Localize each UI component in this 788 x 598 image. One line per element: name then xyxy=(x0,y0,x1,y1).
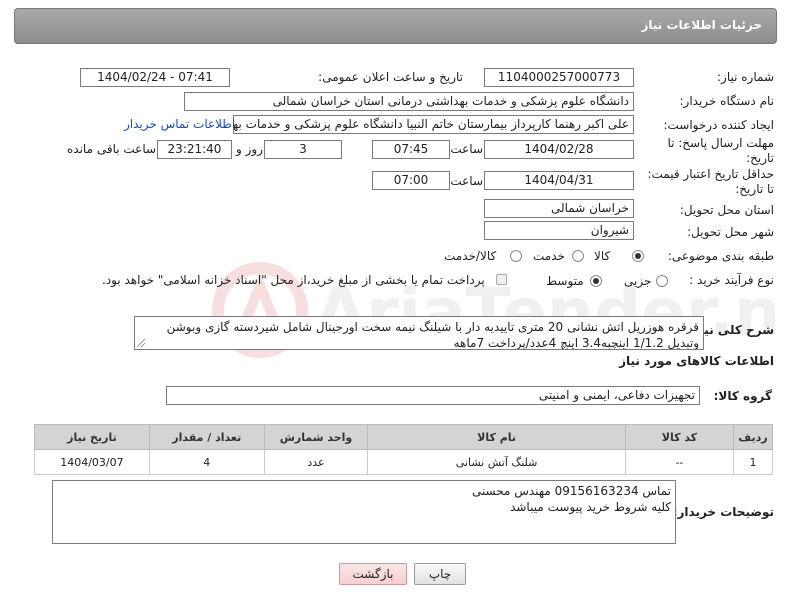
validity-time-label: ساعت xyxy=(450,174,483,188)
description-text: قرقره هوزریل اتش نشانی 20 متری تاییدیه د… xyxy=(166,320,699,350)
treasury-payment-checkbox[interactable] xyxy=(496,274,507,285)
category-radio-service[interactable] xyxy=(572,250,584,262)
print-button[interactable]: چاپ xyxy=(414,563,466,585)
category-option-goods: کالا xyxy=(594,249,611,263)
col-item-name: نام کالا xyxy=(367,424,626,450)
cell-unit: عدد xyxy=(263,449,369,475)
cell-need-date: 1404/03/07 xyxy=(34,449,150,475)
page-title: جزئیات اطلاعات نیاز xyxy=(641,18,762,32)
province-label: استان محل تحویل: xyxy=(679,203,774,217)
buyer-notes-label: توضیحات خریدار: xyxy=(672,505,774,519)
announce-field: 1404/02/24 - 07:41 xyxy=(80,68,230,87)
category-radio-goods-service[interactable] xyxy=(510,250,522,262)
page-header: جزئیات اطلاعات نیاز xyxy=(14,8,777,44)
col-item-code: کد کالا xyxy=(624,424,734,450)
col-need-date: تاریخ نیاز xyxy=(34,424,150,450)
process-option-minor: جزیی xyxy=(624,274,652,288)
description-textarea[interactable]: قرقره هوزریل اتش نشانی 20 متری تاییدیه د… xyxy=(134,316,704,350)
buyer-notes-line-1: تماس 09156163234 مهندس محسنی xyxy=(471,484,671,498)
days-remaining-field: 3 xyxy=(264,140,342,159)
validity-label-date: تا تاریخ: xyxy=(735,182,774,196)
treasury-payment-note: پرداخت تمام یا بخشی از مبلغ خرید،از محل … xyxy=(102,273,485,287)
province-field: خراسان شمالی xyxy=(484,199,634,218)
deadline-label-date: تاریخ: xyxy=(746,151,774,165)
resize-handle-icon[interactable] xyxy=(137,339,145,347)
category-option-service: خدمت xyxy=(533,249,565,263)
deadline-time-field: 07:45 xyxy=(372,140,450,159)
process-radio-minor[interactable] xyxy=(656,275,668,287)
col-quantity: تعداد / مقدار xyxy=(148,424,265,450)
process-radio-medium[interactable] xyxy=(590,275,602,287)
cell-item-code: -- xyxy=(624,449,734,475)
buyer-notes-box: تماس 09156163234 مهندس محسنی کلیه شروط خ… xyxy=(52,480,676,544)
validity-time-field: 07:00 xyxy=(372,171,450,190)
buyer-contact-link[interactable]: اطلاعات تماس خریدار xyxy=(124,117,235,131)
goods-table-header: ردیف کد کالا نام کالا واحد شمارش تعداد /… xyxy=(34,424,774,450)
deadline-time-label: ساعت xyxy=(450,142,483,156)
goods-group-field: تجهیزات دفاعی، ایمنی و امنیتی xyxy=(166,386,700,405)
creator-field: علی اکبر رهنما کارپرداز بیمارستان خاتم ا… xyxy=(233,115,634,134)
process-label: نوع فرآیند خرید : xyxy=(689,273,774,287)
validity-date-field: 1404/04/31 xyxy=(484,171,634,190)
remaining-time-field: 23:21:40 xyxy=(157,140,232,159)
cell-row-number: 1 xyxy=(732,449,774,475)
watermark-logo: AriaTender.neT xyxy=(212,262,775,358)
goods-section-title: اطلاعات کالاهای مورد نیاز xyxy=(619,354,774,368)
deadline-date-field: 1404/02/28 xyxy=(484,140,634,159)
city-field: شیروان xyxy=(484,221,634,240)
deadline-label: مهلت ارسال پاسخ: تا xyxy=(667,136,774,150)
back-button[interactable]: بازگشت xyxy=(339,563,407,585)
process-option-medium: متوسط xyxy=(546,274,584,288)
creator-label: ایجاد کننده درخواست: xyxy=(663,118,774,132)
announce-label: تاریخ و ساعت اعلان عمومی: xyxy=(318,70,463,84)
cell-quantity: 4 xyxy=(148,449,265,475)
col-row-number: ردیف xyxy=(732,424,774,450)
category-label: طبقه بندی موضوعی: xyxy=(667,249,774,263)
need-number-field: 1104000257000773 xyxy=(484,68,634,87)
city-label: شهر محل تحویل: xyxy=(687,225,774,239)
goods-table: ردیف کد کالا نام کالا واحد شمارش تعداد /… xyxy=(34,424,774,475)
category-radio-goods[interactable] xyxy=(632,250,644,262)
buyer-label: نام دستگاه خریدار: xyxy=(679,94,775,108)
goods-group-label: گروه کالا: xyxy=(713,389,772,403)
validity-label: حداقل تاریخ اعتبار قیمت: xyxy=(647,167,774,181)
need-number-label: شماره نیاز: xyxy=(717,70,774,84)
table-row: 1 -- شلنگ آتش نشانی عدد 4 1404/03/07 xyxy=(34,449,774,475)
col-unit: واحد شمارش xyxy=(263,424,369,450)
cell-item-name: شلنگ آتش نشانی xyxy=(367,449,626,475)
remaining-time-label: ساعت باقی مانده xyxy=(67,142,157,156)
buyer-notes-line-2: کلیه شروط خرید پیوست میباشد xyxy=(510,500,671,514)
buyer-field: دانشگاه علوم پزشکی و خدمات بهداشتی درمان… xyxy=(184,92,634,111)
days-label: روز و xyxy=(236,142,263,156)
category-option-goods-service: کالا/خدمت xyxy=(444,249,497,263)
need-details-page: AriaTender.neT جزئیات اطلاعات نیاز شماره… xyxy=(0,0,788,598)
